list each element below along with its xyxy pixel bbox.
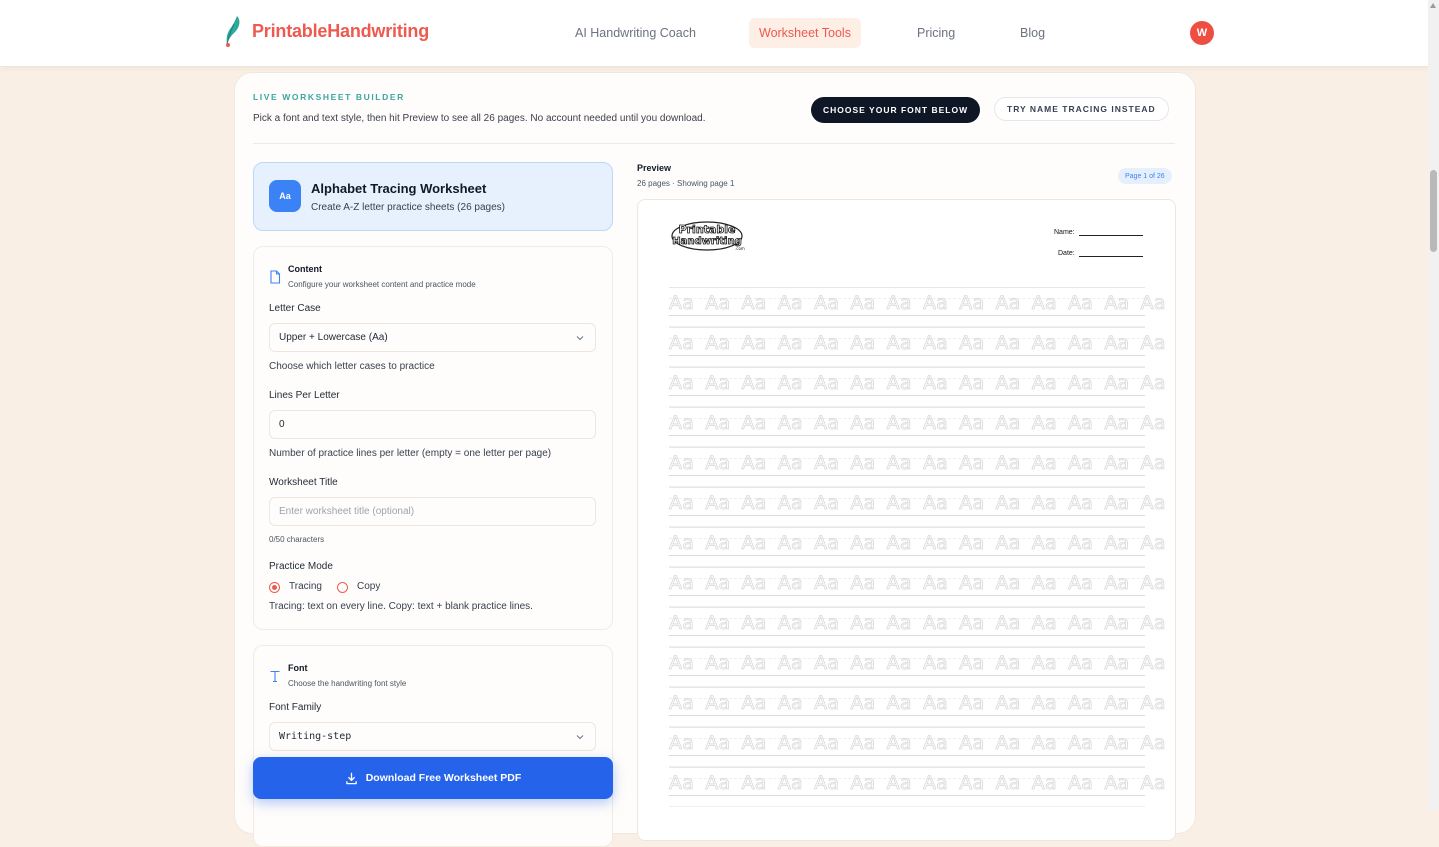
tracing-row-text: Aa Aa Aa Aa Aa Aa Aa Aa Aa Aa Aa Aa Aa A… xyxy=(669,492,1175,515)
letter-case-hint: Choose which letter cases to practice xyxy=(269,361,435,372)
tracing-row: Aa Aa Aa Aa Aa Aa Aa Aa Aa Aa Aa Aa Aa A… xyxy=(669,487,1175,527)
letter-case-value: Upper + Lowercase (Aa) xyxy=(279,332,388,343)
worksheet-title-label: Worksheet Title xyxy=(269,477,338,488)
builder-subtitle: Pick a font and text style, then hit Pre… xyxy=(253,113,706,124)
practice-mode-label: Practice Mode xyxy=(269,561,333,572)
worksheet-title: Alphabet Tracing Worksheet xyxy=(311,181,487,196)
tracing-row-text: Aa Aa Aa Aa Aa Aa Aa Aa Aa Aa Aa Aa Aa A… xyxy=(669,412,1175,435)
tracing-radio[interactable] xyxy=(269,582,280,593)
user-avatar[interactable]: W xyxy=(1190,21,1214,45)
choose-font-button[interactable]: CHOOSE YOUR FONT BELOW xyxy=(811,97,981,123)
tracing-row-text: Aa Aa Aa Aa Aa Aa Aa Aa Aa Aa Aa Aa Aa A… xyxy=(669,332,1175,355)
download-button-label: Download Free Worksheet PDF xyxy=(365,772,522,784)
name-label: Name: xyxy=(1054,229,1075,236)
copy-radio[interactable] xyxy=(337,582,348,593)
sheet-logo-small: .com xyxy=(735,246,745,251)
tracing-row-text: Aa Aa Aa Aa Aa Aa Aa Aa Aa Aa Aa Aa Aa A… xyxy=(669,532,1175,555)
copy-radio-label[interactable]: Copy xyxy=(357,581,380,592)
tracing-row-text: Aa Aa Aa Aa Aa Aa Aa Aa Aa Aa Aa Aa Aa A… xyxy=(669,612,1175,635)
nav-link-blog[interactable]: Blog xyxy=(1010,18,1055,48)
lines-per-letter-value: 0 xyxy=(279,419,285,430)
worksheet-description: Create A-Z letter practice sheets (26 pa… xyxy=(311,202,505,213)
name-tracing-button[interactable]: TRY NAME TRACING INSTEAD xyxy=(994,97,1169,121)
font-panel: Font Choose the handwriting font style F… xyxy=(253,645,613,847)
brand-logo[interactable]: PrintableHandwriting xyxy=(222,14,429,48)
tracing-row: Aa Aa Aa Aa Aa Aa Aa Aa Aa Aa Aa Aa Aa A… xyxy=(669,327,1175,367)
brand-name: PrintableHandwriting xyxy=(252,20,430,41)
tracing-row: Aa Aa Aa Aa Aa Aa Aa Aa Aa Aa Aa Aa Aa A… xyxy=(669,407,1175,447)
preview-title: Preview xyxy=(637,163,672,173)
preview-subtitle: 26 pages · Showing page 1 xyxy=(637,179,735,188)
tracing-row: Aa Aa Aa Aa Aa Aa Aa Aa Aa Aa Aa Aa Aa A… xyxy=(669,607,1175,647)
document-icon xyxy=(270,270,281,284)
font-family-label: Font Family xyxy=(269,702,322,713)
letter-case-label: Letter Case xyxy=(269,303,321,314)
nav-link-ai-coach[interactable]: AI Handwriting Coach xyxy=(565,18,706,48)
quill-pen-icon xyxy=(226,16,240,47)
typography-icon xyxy=(270,670,280,683)
tracing-rows: Aa Aa Aa Aa Aa Aa Aa Aa Aa Aa Aa Aa Aa A… xyxy=(669,287,1175,807)
tracing-row-text: Aa Aa Aa Aa Aa Aa Aa Aa Aa Aa Aa Aa Aa A… xyxy=(669,732,1175,755)
date-label: Date: xyxy=(1058,250,1075,257)
content-heading: Content xyxy=(288,264,322,274)
chevron-down-icon xyxy=(576,735,584,740)
tracing-row-text: Aa Aa Aa Aa Aa Aa Aa Aa Aa Aa Aa Aa Aa A… xyxy=(669,292,1175,315)
content-panel: Content Configure your worksheet content… xyxy=(253,246,613,630)
tracing-row-text: Aa Aa Aa Aa Aa Aa Aa Aa Aa Aa Aa Aa Aa A… xyxy=(669,772,1175,795)
tracing-radio-label[interactable]: Tracing xyxy=(289,581,322,592)
content-subheading: Configure your worksheet content and pra… xyxy=(288,280,476,289)
page-scrollbar[interactable] xyxy=(1428,0,1439,810)
font-heading: Font xyxy=(288,663,308,673)
letter-case-select[interactable]: Upper + Lowercase (Aa) xyxy=(269,323,596,352)
scrollbar-thumb[interactable] xyxy=(1430,170,1437,252)
tracing-row-text: Aa Aa Aa Aa Aa Aa Aa Aa Aa Aa Aa Aa Aa A… xyxy=(669,452,1175,475)
sheet-logo-line1: Printable xyxy=(679,223,736,236)
worksheet-builder-card: LIVE WORKSHEET BUILDER Pick a font and t… xyxy=(234,72,1196,847)
worksheet-title-input[interactable] xyxy=(269,497,596,526)
nav-link-worksheet-tools[interactable]: Worksheet Tools xyxy=(749,18,861,48)
page-badge: Page 1 of 26 xyxy=(1118,168,1172,184)
lines-per-letter-label: Lines Per Letter xyxy=(269,390,340,401)
worksheet-preview-page[interactable]: Printable Handwriting .com Name: Date: A… xyxy=(637,199,1176,841)
alphabet-icon: Aa xyxy=(269,180,301,212)
sheet-logo-line2: Handwriting xyxy=(672,236,741,247)
tracing-row-text: Aa Aa Aa Aa Aa Aa Aa Aa Aa Aa Aa Aa Aa A… xyxy=(669,652,1175,675)
tracing-row: Aa Aa Aa Aa Aa Aa Aa Aa Aa Aa Aa Aa Aa A… xyxy=(669,447,1175,487)
font-family-select[interactable]: Writing-step xyxy=(269,722,596,751)
header-divider xyxy=(253,143,1175,144)
printable-handwriting-logo: Printable Handwriting .com xyxy=(671,221,745,251)
tracing-row: Aa Aa Aa Aa Aa Aa Aa Aa Aa Aa Aa Aa Aa A… xyxy=(669,647,1175,687)
tracing-row: Aa Aa Aa Aa Aa Aa Aa Aa Aa Aa Aa Aa Aa A… xyxy=(669,527,1175,567)
lines-per-letter-input[interactable]: 0 xyxy=(269,410,596,439)
builder-kicker: LIVE WORKSHEET BUILDER xyxy=(253,92,405,102)
date-field: Date: xyxy=(1058,248,1143,257)
download-pdf-button[interactable]: Download Free Worksheet PDF xyxy=(253,757,613,799)
tracing-row: Aa Aa Aa Aa Aa Aa Aa Aa Aa Aa Aa Aa Aa A… xyxy=(669,287,1175,327)
tracing-row: Aa Aa Aa Aa Aa Aa Aa Aa Aa Aa Aa Aa Aa A… xyxy=(669,727,1175,767)
scroll-up-arrow-icon[interactable] xyxy=(1430,3,1436,8)
lines-per-letter-hint: Number of practice lines per letter (emp… xyxy=(269,448,552,459)
chevron-down-icon xyxy=(576,336,584,341)
tracing-row: Aa Aa Aa Aa Aa Aa Aa Aa Aa Aa Aa Aa Aa A… xyxy=(669,367,1175,407)
worksheet-type-card: Aa Alphabet Tracing Worksheet Create A-Z… xyxy=(253,162,613,231)
font-family-value: Writing-step xyxy=(279,731,352,742)
tracing-row-text: Aa Aa Aa Aa Aa Aa Aa Aa Aa Aa Aa Aa Aa A… xyxy=(669,572,1175,595)
tracing-row: Aa Aa Aa Aa Aa Aa Aa Aa Aa Aa Aa Aa Aa A… xyxy=(669,567,1175,607)
tracing-row-text: Aa Aa Aa Aa Aa Aa Aa Aa Aa Aa Aa Aa Aa A… xyxy=(669,692,1175,715)
name-field: Name: xyxy=(1054,227,1143,236)
tracing-row: Aa Aa Aa Aa Aa Aa Aa Aa Aa Aa Aa Aa Aa A… xyxy=(669,687,1175,727)
title-char-count: 0/50 characters xyxy=(269,535,325,544)
practice-mode-hint: Tracing: text on every line. Copy: text … xyxy=(269,601,533,612)
tracing-row: Aa Aa Aa Aa Aa Aa Aa Aa Aa Aa Aa Aa Aa A… xyxy=(669,767,1175,807)
top-navbar: PrintableHandwriting AI Handwriting Coac… xyxy=(0,0,1428,67)
tracing-row-text: Aa Aa Aa Aa Aa Aa Aa Aa Aa Aa Aa Aa Aa A… xyxy=(669,372,1175,395)
nav-link-pricing[interactable]: Pricing xyxy=(907,18,965,48)
download-icon xyxy=(345,772,357,784)
font-subheading: Choose the handwriting font style xyxy=(288,679,407,688)
